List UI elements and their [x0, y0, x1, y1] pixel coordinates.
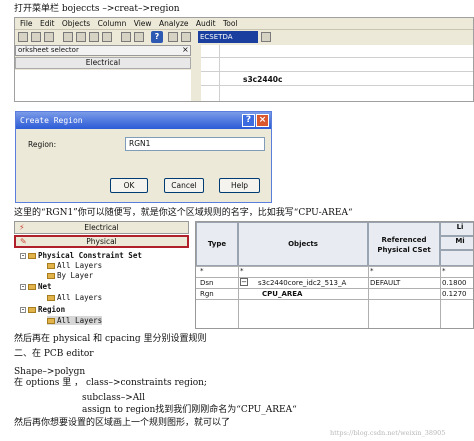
- collapse-icon[interactable]: -: [20, 253, 26, 259]
- physical-icon: ✎: [20, 237, 27, 246]
- collapse-icon[interactable]: −: [240, 278, 248, 286]
- worksheet-icon: [47, 318, 55, 324]
- tree-item-region[interactable]: - Region: [20, 305, 65, 314]
- row-dsn-type: Dsn: [200, 279, 214, 287]
- tree-item-net[interactable]: - Net: [20, 282, 52, 291]
- col-header-referenced-cset[interactable]: Referenced Physical CSet: [368, 222, 440, 266]
- save-icon[interactable]: [44, 32, 54, 42]
- worksheet-selector-title: orksheet selector: [15, 45, 191, 56]
- instruction-open-menu: 打开菜单栏 bojeccts –>creat–>region: [14, 4, 180, 14]
- worksheet-icon: [47, 273, 55, 279]
- menu-bar: File Edit Objects Column View Analyze Au…: [15, 18, 473, 30]
- filter-icon[interactable]: [168, 32, 178, 42]
- instruction-subclass: subclass–>All: [82, 393, 145, 403]
- row-dsn-ref[interactable]: DEFAULT: [370, 279, 400, 288]
- menu-objects[interactable]: Objects: [62, 18, 90, 30]
- menu-view[interactable]: View: [134, 18, 152, 30]
- instruction-options: 在 options 里 ， class–>constraints region;: [14, 378, 207, 388]
- redo-icon[interactable]: [134, 32, 144, 42]
- instruction-assign-region: assign to region找到我们刚刚命名为“CPU_AREA“: [82, 405, 297, 415]
- filter-val[interactable]: *: [442, 267, 446, 276]
- cut-icon[interactable]: [76, 32, 86, 42]
- instruction-physical-spacing: 然后再在 physical 和 cpacing 里分别设置规则: [14, 334, 207, 344]
- col-header-sub: [440, 250, 473, 266]
- create-region-dialog: Create Region ? × Region: RGN1 OK Cancel…: [15, 111, 272, 203]
- undo-icon[interactable]: [121, 32, 131, 42]
- menu-tools[interactable]: Tool: [223, 18, 238, 30]
- spreadsheet-area: [201, 45, 473, 101]
- menu-edit[interactable]: Edit: [40, 18, 55, 30]
- menu-file[interactable]: File: [20, 18, 33, 30]
- toolbar: ? ECSETDA: [15, 30, 473, 44]
- cset-dropdown[interactable]: ECSETDA: [198, 31, 258, 43]
- cancel-button[interactable]: Cancel: [164, 178, 204, 193]
- filter-objects[interactable]: *: [240, 267, 244, 276]
- instruction-pcb-editor: 二、在 PCB editor: [14, 349, 94, 359]
- collapse-icon[interactable]: -: [20, 307, 26, 313]
- worksheet-icon: [47, 263, 55, 269]
- caption-rgn1: 这里的“RGN1”你可以随便写，就是你这个区域规则的名字，比如我写“CPU-AR…: [14, 208, 353, 218]
- menu-analyze[interactable]: Analyze: [159, 18, 189, 30]
- tree-item-by-layer[interactable]: By Layer: [47, 271, 93, 280]
- open-icon[interactable]: [31, 32, 41, 42]
- filter-ref[interactable]: *: [370, 267, 374, 276]
- new-icon[interactable]: [18, 32, 28, 42]
- worksheet-electrical[interactable]: Electrical: [15, 57, 191, 69]
- region-label: Region:: [28, 140, 57, 149]
- copy-icon[interactable]: [89, 32, 99, 42]
- filter-type[interactable]: *: [200, 267, 204, 276]
- help-icon[interactable]: ?: [242, 114, 255, 127]
- print-icon[interactable]: [63, 32, 73, 42]
- dropdown-arrow-icon[interactable]: [261, 32, 271, 42]
- tree-item-region-all-layers[interactable]: All Layers: [47, 316, 103, 325]
- menu-audit[interactable]: Audit: [196, 18, 216, 30]
- row-rgn-type: Rgn: [200, 290, 214, 298]
- physical-tab[interactable]: ✎ Physical: [14, 235, 189, 248]
- close-icon[interactable]: ×: [256, 114, 269, 127]
- folder-icon: [28, 307, 36, 313]
- paste-icon[interactable]: [102, 32, 112, 42]
- electrical-tab[interactable]: ⚡ Electrical: [14, 221, 189, 234]
- menu-column[interactable]: Column: [98, 18, 127, 30]
- col-header-type[interactable]: Type: [196, 222, 238, 266]
- ok-button[interactable]: OK: [110, 178, 148, 193]
- electrical-label: Electrical: [84, 223, 119, 232]
- constraint-spreadsheet: Type Objects Referenced Physical CSet Li…: [195, 221, 474, 329]
- physical-label: Physical: [86, 237, 117, 246]
- help-icon[interactable]: ?: [151, 31, 163, 43]
- instruction-draw-shape: 然后再你想要设置的区域画上一个规则图形，就可以了: [14, 418, 231, 428]
- region-input[interactable]: RGN1: [125, 137, 265, 151]
- row-rgn-val[interactable]: 0.1270: [442, 290, 467, 299]
- watermark: https://blog.csdn.net/weixin_38905: [330, 429, 446, 437]
- dialog-title: Create Region: [16, 112, 271, 129]
- row-dsn-objects[interactable]: s3c2440core_idc2_513_A: [258, 279, 346, 288]
- design-name: s3c2440c: [243, 75, 283, 84]
- folder-icon: [28, 253, 36, 259]
- col-header-min[interactable]: Mi: [440, 236, 473, 250]
- tree-item-all-layers[interactable]: All Layers: [47, 293, 102, 302]
- collapse-icon[interactable]: -: [20, 284, 26, 290]
- menu-screenshot: File Edit Objects Column View Analyze Au…: [14, 17, 474, 102]
- folder-icon: [28, 284, 36, 290]
- constraint-tree: ⚡ Electrical ✎ Physical - Physical Constr…: [14, 221, 189, 329]
- instruction-shape-polygon: Shape–>polygn: [14, 367, 86, 377]
- row-rgn-objects[interactable]: CPU_AREA: [262, 290, 302, 299]
- tree-item-all-layers[interactable]: All Layers: [47, 261, 102, 270]
- tree-item-physical-cset[interactable]: - Physical Constraint Set: [20, 251, 142, 260]
- row-dsn-val[interactable]: 0.1800: [442, 279, 467, 288]
- close-icon[interactable]: ×: [182, 45, 191, 56]
- help-button[interactable]: Help: [219, 178, 260, 193]
- worksheet-icon: [47, 295, 55, 301]
- grid-icon[interactable]: [181, 32, 191, 42]
- col-header-line[interactable]: Li: [440, 222, 473, 236]
- lightning-icon: ⚡: [19, 223, 25, 232]
- col-header-objects[interactable]: Objects: [238, 222, 368, 266]
- worksheet-body: [15, 70, 191, 101]
